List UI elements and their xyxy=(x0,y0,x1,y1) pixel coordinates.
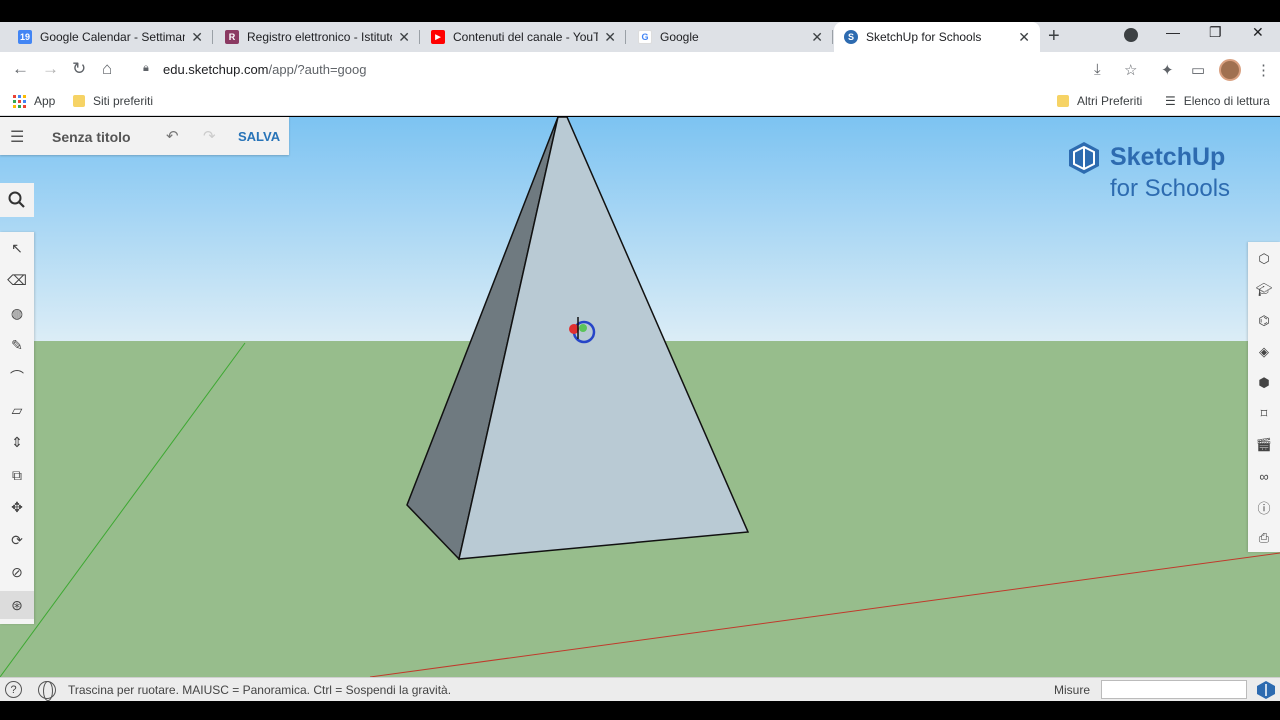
push-pull-tool-icon[interactable]: ⇕ xyxy=(0,428,34,456)
restore-icon[interactable]: ❐ xyxy=(1209,24,1222,41)
tab-title: Contenuti del canale - YouTube xyxy=(453,30,599,44)
tab-search-icon[interactable] xyxy=(1124,28,1138,42)
measurements-input[interactable] xyxy=(1101,680,1247,699)
sketchup-logo: SketchUp for Schools xyxy=(1068,141,1258,205)
globe-icon[interactable] xyxy=(38,681,56,701)
tab-title: Google xyxy=(660,30,699,44)
browser-tab[interactable]: ▶ Contenuti del canale - YouTube ✕ xyxy=(421,22,626,52)
export-icon[interactable]: ⎙ xyxy=(1248,524,1280,552)
tape-measure-tool-icon[interactable]: ⊘ xyxy=(0,558,34,586)
close-tab-icon[interactable]: ✕ xyxy=(398,29,410,46)
apps-label: App xyxy=(34,94,56,108)
sketchup-mini-logo-icon xyxy=(1257,681,1275,699)
address-bar[interactable]: edu.sketchup.com/app/?auth=goog xyxy=(163,62,366,77)
tags-icon[interactable]: ⌑ xyxy=(1248,400,1280,428)
styles-icon[interactable]: ⬢ xyxy=(1248,369,1280,397)
close-tab-icon[interactable]: ✕ xyxy=(1018,29,1030,46)
logo-line2: for Schools xyxy=(1110,175,1231,202)
bookmark-label: Siti preferiti xyxy=(93,94,154,108)
offset-tool-icon[interactable]: ⧉ xyxy=(0,461,34,489)
move-tool-icon[interactable]: ✥ xyxy=(0,493,34,521)
logo-line1: SketchUp xyxy=(1110,143,1226,171)
bookmark-folder[interactable]: Siti preferiti xyxy=(73,94,153,108)
cast-icon[interactable]: ▭ xyxy=(1191,61,1205,79)
home-icon[interactable]: ⌂ xyxy=(102,59,112,79)
save-button[interactable]: SALVA xyxy=(238,129,280,144)
measurements-label: Misure xyxy=(1054,683,1091,697)
extensions-icon[interactable]: ✦ xyxy=(1161,61,1174,79)
other-bookmarks[interactable]: Altri Preferiti xyxy=(1057,94,1142,108)
more-menu-icon[interactable]: ⋮ xyxy=(1256,61,1271,79)
minimize-icon[interactable]: — xyxy=(1166,24,1180,40)
youtube-icon: ▶ xyxy=(431,30,445,44)
calendar-icon: 19 xyxy=(18,30,32,44)
sketchup-icon: S xyxy=(844,30,858,44)
folder-icon xyxy=(1057,95,1069,107)
reload-icon[interactable]: ↻ xyxy=(72,59,86,79)
reading-list-label: Elenco di lettura xyxy=(1183,94,1270,108)
new-tab-icon[interactable]: + xyxy=(1048,25,1060,48)
browser-toolbar: ← → ↻ ⌂ 🔒︎ edu.sketchup.com/app/?auth=go… xyxy=(0,52,1280,88)
rotate-tool-icon[interactable]: ⟳ xyxy=(0,526,34,554)
url-host: edu.sketchup.com xyxy=(163,62,269,77)
left-toolbar: ↖ ⌫ ◍ ✎ ⌒ ▱ ⇕ ⧉ ✥ ⟳ ⊘ ⊛ xyxy=(0,232,34,624)
url-path: /app/?auth=goog xyxy=(268,62,367,77)
school-crest-icon: R xyxy=(225,30,239,44)
close-tab-icon[interactable]: ✕ xyxy=(811,29,823,46)
browser-tab[interactable]: 19 Google Calendar - Settimana ✕ xyxy=(8,22,213,52)
orbit-tool-icon[interactable]: ⊛ xyxy=(0,591,34,619)
google-icon: G xyxy=(638,30,652,44)
back-icon[interactable]: ← xyxy=(12,59,29,79)
document-header: ☰ Senza titolo ↶ ↷ SALVA xyxy=(0,117,289,155)
browser-tab-strip: 19 Google Calendar - Settimana ✕ R Regis… xyxy=(0,22,1280,52)
hamburger-menu-icon[interactable]: ☰ xyxy=(10,127,24,147)
paint-bucket-tool-icon[interactable]: ◍ xyxy=(0,299,34,327)
search-tool-icon[interactable] xyxy=(0,183,34,217)
close-window-icon[interactable]: ✕ xyxy=(1252,24,1264,41)
close-tab-icon[interactable]: ✕ xyxy=(191,29,203,46)
bookmarks-bar: App Siti preferiti Altri Preferiti ☰ Ele… xyxy=(0,88,1280,116)
sketchup-logo-mark xyxy=(1069,142,1099,174)
screen-bottom-border xyxy=(0,701,1280,720)
bookmark-star-icon[interactable]: ☆ xyxy=(1124,61,1137,79)
scenes-icon[interactable]: 🎬︎ xyxy=(1248,431,1280,459)
instructor-icon[interactable]: 🎓︎ xyxy=(1248,276,1280,304)
tab-title: SketchUp for Schools xyxy=(866,30,982,44)
arc-tool-icon[interactable]: ⌒ xyxy=(0,363,34,391)
materials-icon[interactable]: ◈ xyxy=(1248,338,1280,366)
reading-list[interactable]: ☰ Elenco di lettura xyxy=(1165,94,1270,108)
close-tab-icon[interactable]: ✕ xyxy=(604,29,616,46)
display-glasses-icon[interactable]: ∞ xyxy=(1248,462,1280,490)
info-icon[interactable]: ⓘ xyxy=(1248,493,1280,521)
tab-title: Registro elettronico - Istituto xyxy=(247,30,393,44)
eraser-tool-icon[interactable]: ⌫ xyxy=(0,266,34,294)
components-icon[interactable]: ⌬ xyxy=(1248,307,1280,335)
undo-icon[interactable]: ↶ xyxy=(166,127,179,145)
document-title[interactable]: Senza titolo xyxy=(52,129,131,145)
lock-icon[interactable]: 🔒︎ xyxy=(143,62,149,75)
other-bookmarks-label: Altri Preferiti xyxy=(1077,94,1143,108)
model-viewport[interactable]: ☰ Senza titolo ↶ ↷ SALVA ↖ ⌫ ◍ ✎ ⌒ ▱ ⇕ ⧉… xyxy=(0,117,1280,677)
apps-grid-icon xyxy=(13,94,26,108)
status-hint: Trascina per ruotare. MAIUSC = Panoramic… xyxy=(68,683,452,697)
status-bar: ? Trascina per ruotare. MAIUSC = Panoram… xyxy=(0,677,1280,701)
rectangle-tool-icon[interactable]: ▱ xyxy=(0,396,34,424)
forward-icon[interactable]: → xyxy=(42,59,59,79)
apps-shortcut[interactable]: App xyxy=(13,94,55,108)
reading-list-icon: ☰ xyxy=(1165,94,1176,108)
install-app-icon[interactable]: ⤓ xyxy=(1094,61,1101,78)
avatar[interactable] xyxy=(1219,59,1241,81)
right-panel-toolbar: ⬡ 🎓︎ ⌬ ◈ ⬢ ⌑ 🎬︎ ∞ ⓘ ⎙ xyxy=(1248,242,1280,552)
browser-tab-active[interactable]: S SketchUp for Schools ✕ xyxy=(834,22,1040,52)
pencil-tool-icon[interactable]: ✎ xyxy=(0,331,34,359)
browser-tab[interactable]: R Registro elettronico - Istituto ✕ xyxy=(215,22,420,52)
select-tool-icon[interactable]: ↖ xyxy=(0,234,34,262)
folder-icon xyxy=(73,95,85,107)
redo-icon[interactable]: ↷ xyxy=(203,127,216,145)
help-icon[interactable]: ? xyxy=(5,681,22,698)
entity-info-icon[interactable]: ⬡ xyxy=(1248,245,1280,273)
tab-title: Google Calendar - Settimana xyxy=(40,30,186,44)
browser-tab[interactable]: G Google ✕ xyxy=(628,22,833,52)
